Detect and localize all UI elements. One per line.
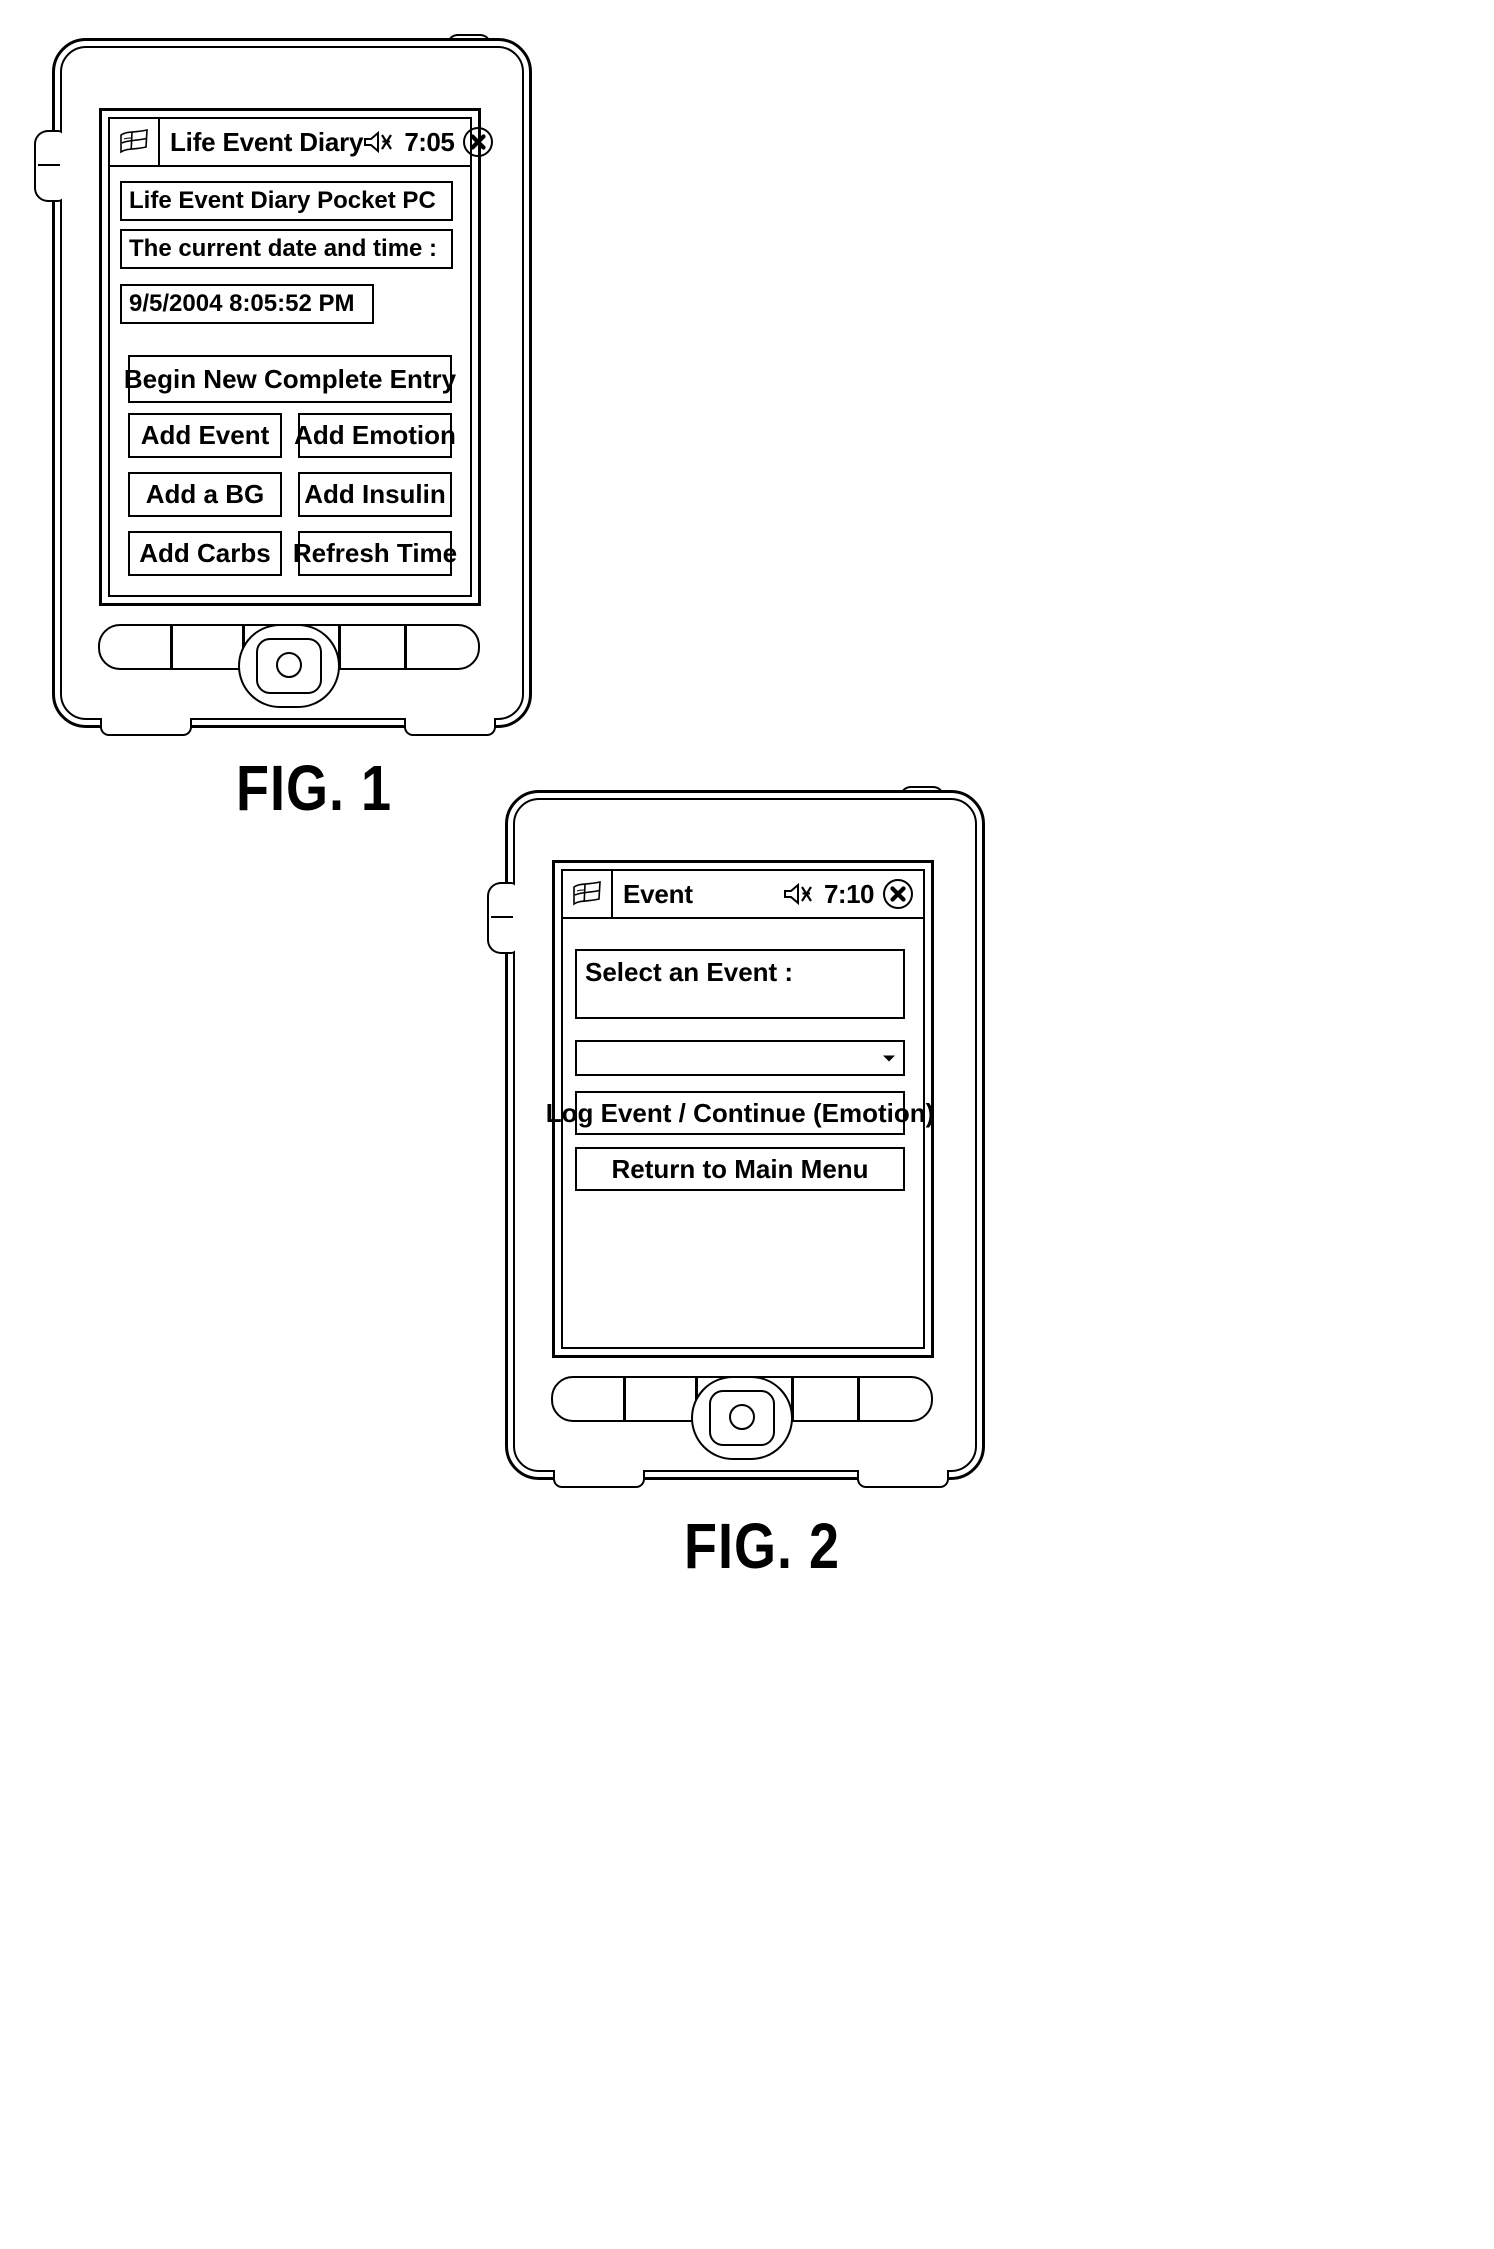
select-event-label: Select an Event : [575, 949, 905, 1019]
date-time-value-field: 9/5/2004 8:05:52 PM [120, 284, 374, 324]
app-name-field: Life Event Diary Pocket PC [120, 181, 453, 221]
windows-flag-icon [573, 881, 601, 906]
clock-label: 7:05 [404, 126, 455, 157]
screen: Event 7:10 Select an Event: Log Event /… [546, 869, 934, 1349]
side-rocker-line [491, 916, 513, 918]
dpad-center-button[interactable] [276, 652, 302, 678]
close-button[interactable] [883, 879, 913, 909]
return-to-main-menu-button[interactable]: Return to Main Menu [575, 1147, 905, 1191]
titlebar: Life Event Diary 7:05 [110, 119, 494, 167]
hw-divider-4 [857, 1378, 860, 1420]
pocket-pc-device-fig1: Life Event Diary 7:05 Life Event Diary P… [34, 34, 532, 736]
speaker-mute-icon[interactable] [783, 881, 815, 907]
side-rocker-button[interactable] [34, 130, 62, 202]
titlebar-status-area: 7:05 [363, 119, 503, 165]
side-rocker-line [38, 164, 60, 166]
close-button[interactable] [463, 127, 494, 157]
hw-divider-1 [623, 1378, 626, 1420]
speaker-mute-icon[interactable] [363, 129, 395, 155]
dpad-center-button[interactable] [729, 1404, 755, 1430]
device-foot-left [553, 1470, 645, 1488]
hw-divider-1 [170, 626, 173, 668]
screen-body: Select an Event : Log Event / Continue (… [546, 919, 934, 1347]
close-x-icon [890, 886, 906, 902]
screen-body: Life Event Diary Pocket PC The current d… [110, 167, 470, 595]
figure-2-caption: FIG. 2 [684, 1511, 841, 1582]
titlebar: Event 7:10 [563, 871, 923, 919]
begin-new-complete-entry-button[interactable]: Begin New Complete Entry [124, 355, 456, 403]
add-emotion-button[interactable]: Add Emotion [294, 413, 456, 458]
add-carbs-button[interactable]: Add Carbs [128, 531, 282, 576]
device-foot-right [857, 1470, 949, 1488]
device-foot-left [100, 718, 192, 736]
date-time-label-field: The current date and time : [120, 229, 453, 269]
add-insulin-button[interactable]: Add Insulin [298, 472, 452, 517]
side-rocker-button[interactable] [487, 882, 515, 954]
clock-label: 7:10 [823, 878, 875, 909]
refresh-time-button[interactable]: Refresh Time [293, 531, 457, 576]
screen: Life Event Diary 7:05 Life Event Diary P… [108, 117, 494, 597]
hw-divider-4 [404, 626, 407, 668]
window-title: Life Event Diary [170, 126, 364, 157]
close-x-icon [470, 134, 486, 150]
titlebar-status-area: 7:10 [783, 871, 923, 917]
chevron-down-icon [875, 1042, 903, 1074]
start-button[interactable] [563, 871, 613, 917]
add-a-bg-button[interactable]: Add a BG [128, 472, 282, 517]
device-foot-right [404, 718, 496, 736]
screen-bezel: Event 7:10 Select an Event: Log Event /… [546, 860, 934, 1358]
windows-flag-icon [120, 129, 148, 154]
window-title: Event [623, 878, 693, 909]
add-event-button[interactable]: Add Event [128, 413, 282, 458]
figure-1-caption: FIG. 1 [236, 753, 393, 824]
screen-bezel: Life Event Diary 7:05 Life Event Diary P… [99, 108, 494, 606]
pocket-pc-device-fig2: Event 7:10 Select an Event: Log Event /… [487, 786, 985, 1488]
event-select-dropdown[interactable] [575, 1040, 905, 1076]
start-button[interactable] [110, 119, 160, 165]
log-event-continue-button[interactable]: Log Event / Continue (Emotion) [546, 1091, 934, 1135]
